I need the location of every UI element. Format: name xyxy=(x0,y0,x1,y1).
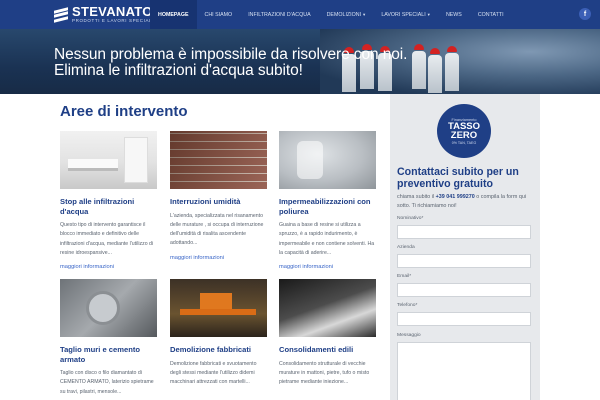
kitchen-image[interactable] xyxy=(60,131,157,189)
demolition-image[interactable] xyxy=(170,279,267,337)
chevron-down-icon: ▾ xyxy=(363,11,366,17)
card-description: Consolidamento strutturale di vecchie mu… xyxy=(279,360,370,386)
name-label: Nominativo* xyxy=(397,216,424,221)
card-description: Taglio con disco o filo diamantato di CE… xyxy=(60,370,154,395)
nav-news[interactable]: NEWS xyxy=(438,0,470,29)
chevron-down-icon: ▾ xyxy=(427,11,430,17)
nav-chi-siamo[interactable]: CHI SIAMO xyxy=(197,0,241,29)
card-title[interactable]: Consolidamenti edili xyxy=(279,345,376,355)
nav-infiltrazioni[interactable]: INFILTRAZIONI D'ACQUA xyxy=(240,0,318,29)
card-title[interactable]: Impermeabilizzazioni con poliurea xyxy=(279,197,376,216)
consolidation-image[interactable] xyxy=(279,279,376,337)
hero-headline-2: Elimina le infiltrazioni d'acqua subito! xyxy=(54,62,303,79)
hero-banner: Nessun problema è impossibile da risolve… xyxy=(0,29,600,94)
wall-saw-image[interactable] xyxy=(60,279,157,337)
phone-field[interactable] xyxy=(397,312,531,326)
brand-tagline: PRODOTTI E LAVORI SPECIALI xyxy=(72,18,155,24)
contact-title: Contattaci subito per un preventivo grat… xyxy=(397,166,519,190)
card-title[interactable]: Demolizione fabbricati xyxy=(170,345,267,355)
phone-label: Telefono* xyxy=(397,303,418,308)
email-field[interactable] xyxy=(397,283,531,297)
card-description: Guaina a base di resine si utilizza a sp… xyxy=(279,222,375,256)
main-nav: HOMEPAGE CHI SIAMO INFILTRAZIONI D'ACQUA… xyxy=(150,0,512,29)
more-info-link[interactable]: maggiori informazioni xyxy=(279,264,376,270)
card-description: L'azienda, specializzata nel risanamento… xyxy=(170,212,264,247)
service-card: Stop alle infiltrazioni d'acqua Questo t… xyxy=(60,131,157,270)
card-description: Questo tipo di intervento garantisce il … xyxy=(60,222,154,256)
nav-homepage[interactable]: HOMEPAGE xyxy=(150,0,197,29)
message-field[interactable] xyxy=(397,342,531,400)
card-description: Demolizione fabbricati e svuotamento deg… xyxy=(170,360,257,386)
nav-lavori-speciali[interactable]: LAVORI SPECIALI ▾ xyxy=(373,0,438,29)
card-title[interactable]: Interruzioni umidità xyxy=(170,197,267,207)
brand-name: STEVANATO xyxy=(72,4,153,20)
card-title[interactable]: Stop alle infiltrazioni d'acqua xyxy=(60,197,157,216)
name-field[interactable] xyxy=(397,225,531,239)
company-label: Azienda xyxy=(397,245,415,250)
brick-wall-image[interactable] xyxy=(170,131,267,189)
logo[interactable]: STEVANATO PRODOTTI E LAVORI SPECIALI xyxy=(54,5,154,24)
more-info-link[interactable]: maggiori informazioni xyxy=(170,255,267,261)
service-card: Interruzioni umidità L'azienda, speciali… xyxy=(170,131,267,261)
coating-image[interactable] xyxy=(279,131,376,189)
page: STEVANATO PRODOTTI E LAVORI SPECIALI HOM… xyxy=(0,0,600,400)
section-title: Aree di intervento xyxy=(60,103,188,120)
logo-mark-icon xyxy=(54,6,68,23)
service-card: Demolizione fabbricati Demolizione fabbr… xyxy=(170,279,267,387)
service-card: Taglio muri e cemento armato Taglio con … xyxy=(60,279,157,397)
service-card: Consolidamenti edili Consolidamento stru… xyxy=(279,279,376,387)
more-info-link[interactable]: maggiori informazioni xyxy=(60,264,157,270)
card-title[interactable]: Taglio muri e cemento armato xyxy=(60,345,157,364)
service-card: Impermeabilizzazioni con poliurea Guaina… xyxy=(279,131,376,270)
hero-headline-1: Nessun problema è impossibile da risolve… xyxy=(54,46,408,63)
nav-demolizioni[interactable]: DEMOLIZIONI ▾ xyxy=(319,0,374,29)
facebook-icon[interactable]: f xyxy=(579,8,591,20)
nav-contatti[interactable]: CONTATTI xyxy=(470,0,512,29)
email-label: Email* xyxy=(397,274,412,279)
company-field[interactable] xyxy=(397,254,531,268)
message-label: Messaggio xyxy=(397,333,421,338)
phone-number[interactable]: +39 041 999270 xyxy=(436,194,475,200)
site-header: STEVANATO PRODOTTI E LAVORI SPECIALI HOM… xyxy=(0,0,600,29)
contact-text: chiama subito il +39 041 999270 o compil… xyxy=(397,194,527,209)
financing-badge[interactable]: Finanziamento TASSO ZERO 0% TAN, TAEG xyxy=(437,104,491,158)
